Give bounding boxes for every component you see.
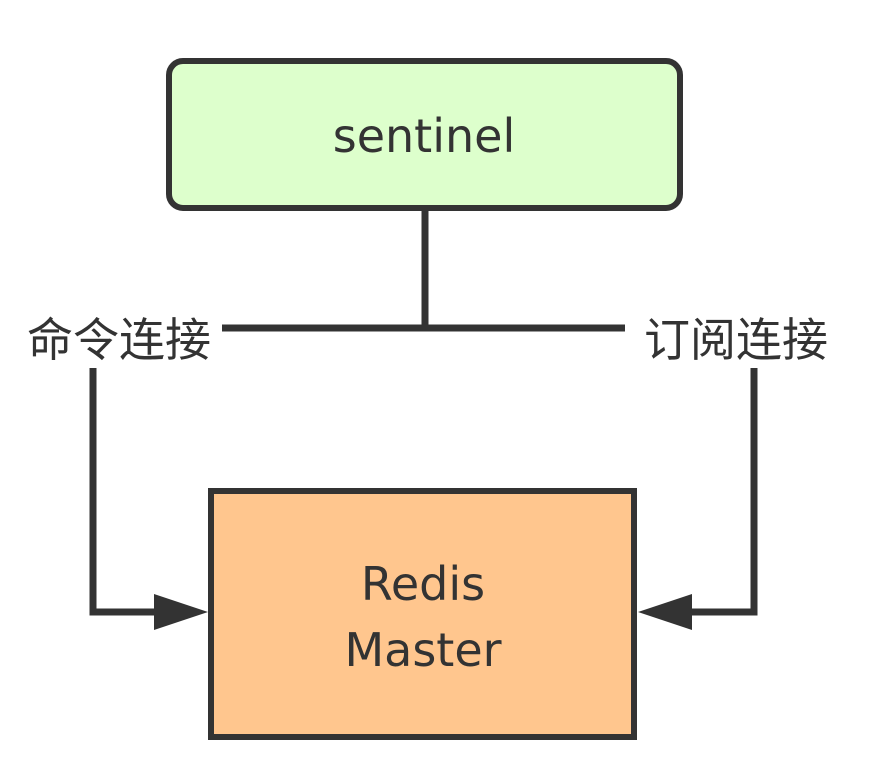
sentinel-node: sentinel (166, 58, 683, 211)
redis-master-node: Redis Master (208, 488, 637, 740)
command-connection-edge (89, 368, 160, 616)
redis-master-box (208, 488, 637, 740)
subscribe-connection-label: 订阅连接 (644, 313, 828, 367)
connection-diagram: sentinel Redis Master 命令连接 订阅连接 (27, 58, 828, 740)
command-arrowhead (154, 594, 208, 630)
sentinel-label: sentinel (333, 109, 515, 163)
command-connection-label: 命令连接 (27, 313, 211, 367)
redis-master-label-line1: Redis (361, 557, 485, 611)
redis-master-label-line2: Master (344, 623, 501, 677)
subscribe-arrowhead (638, 594, 692, 630)
subscribe-connection-edge (690, 368, 758, 616)
